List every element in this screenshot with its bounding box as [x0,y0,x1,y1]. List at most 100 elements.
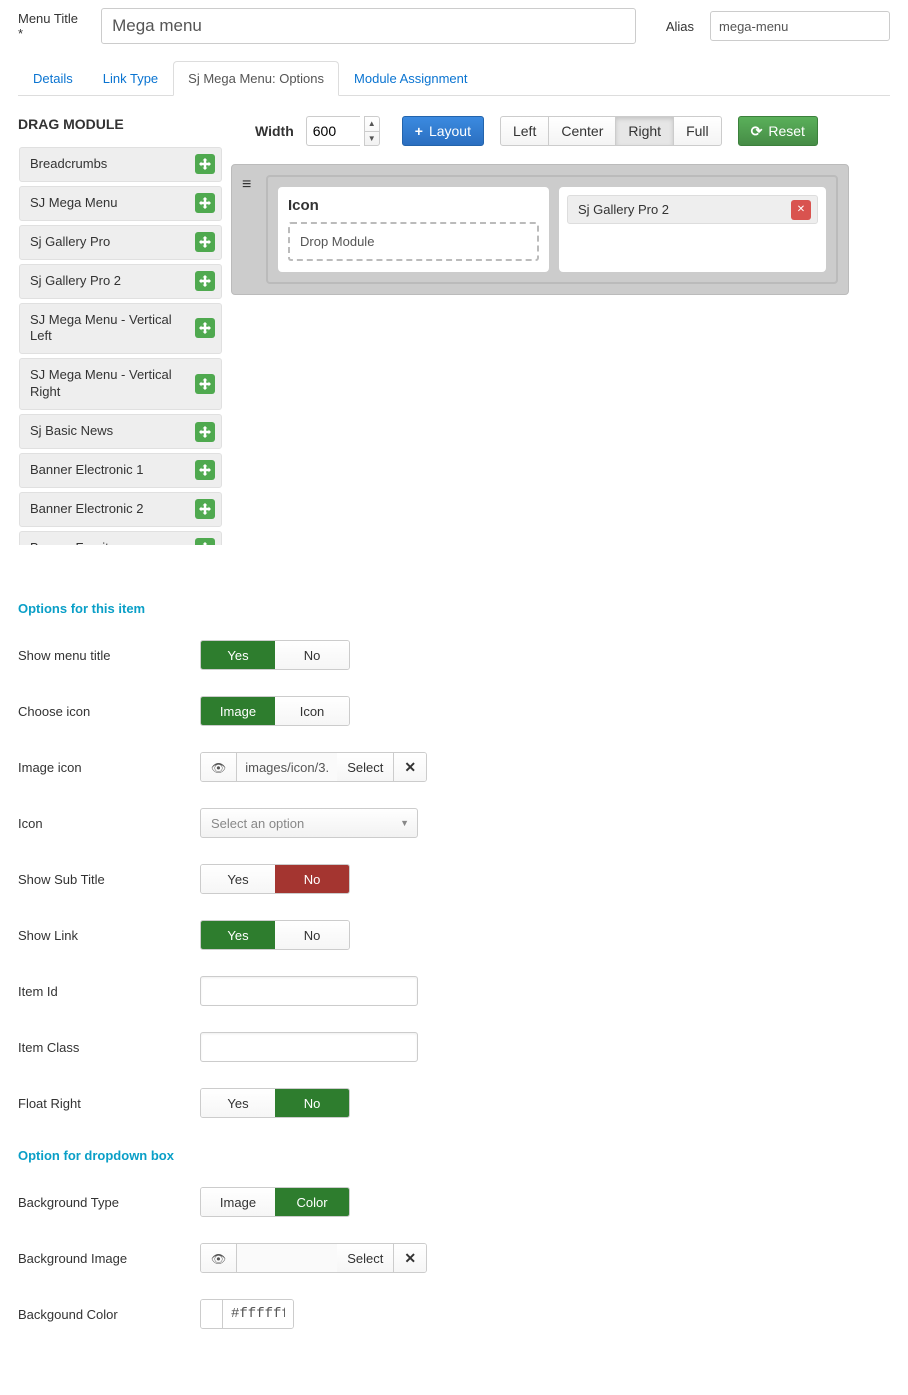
align-group: Left Center Right Full [500,116,722,146]
module-item[interactable]: Banner Electronic 2 [19,492,222,527]
bg-color-picker[interactable] [200,1299,294,1329]
module-item-label: SJ Mega Menu [30,195,117,210]
toggle-yes[interactable]: Yes [201,641,275,669]
preview-button[interactable] [201,753,237,781]
close-icon [404,759,416,776]
module-item[interactable]: Banner Electronic 1 [19,453,222,488]
align-left-button[interactable]: Left [500,116,549,146]
alias-label: Alias [666,19,694,34]
color-swatch[interactable] [201,1300,223,1328]
move-icon[interactable] [195,154,215,174]
width-input[interactable] [306,116,360,146]
tab-megamenu-options[interactable]: Sj Mega Menu: Options [173,61,339,96]
spin-up-icon[interactable]: ▲ [365,117,379,132]
row-handle-icon[interactable]: ≡ [242,175,256,193]
item-class-input[interactable] [200,1032,418,1062]
toggle-image[interactable]: Image [201,697,275,725]
show-link-label: Show Link [18,928,200,943]
clear-button[interactable] [394,1244,426,1272]
toggle-no[interactable]: No [275,865,349,893]
menu-title-label: Menu Title * [18,11,85,41]
toggle-yes[interactable]: Yes [201,865,275,893]
float-right-toggle[interactable]: Yes No [200,1088,350,1118]
select-button[interactable]: Select [337,753,394,781]
show-link-toggle[interactable]: Yes No [200,920,350,950]
align-right-button[interactable]: Right [615,116,674,146]
plus-icon [415,123,423,139]
toggle-yes[interactable]: Yes [201,921,275,949]
module-item[interactable]: SJ Mega Menu - Vertical Right [19,358,222,410]
dropped-module[interactable]: Sj Gallery Pro 2 ✕ [567,195,818,224]
width-label: Width [255,123,294,139]
item-class-label: Item Class [18,1040,200,1055]
menu-title-input[interactable] [101,8,636,44]
module-item[interactable]: SJ Mega Menu [19,186,222,221]
move-icon[interactable] [195,193,215,213]
dropped-module-label: Sj Gallery Pro 2 [578,202,669,217]
tab-link-type[interactable]: Link Type [88,61,173,96]
show-sub-title-label: Show Sub Title [18,872,200,887]
module-item[interactable]: Breadcrumbs [19,147,222,182]
toggle-no[interactable]: No [275,641,349,669]
reset-button[interactable]: Reset [738,116,818,146]
float-right-label: Float Right [18,1096,200,1111]
spin-down-icon[interactable]: ▼ [365,132,379,146]
toggle-icon[interactable]: Icon [275,697,349,725]
module-item-label: Breadcrumbs [30,156,107,171]
show-menu-title-label: Show menu title [18,648,200,663]
move-icon[interactable] [195,318,215,338]
move-icon[interactable] [195,232,215,252]
move-icon[interactable] [195,271,215,291]
alias-input[interactable] [710,11,890,41]
module-item[interactable]: Sj Gallery Pro 2 [19,264,222,299]
clear-button[interactable] [394,753,426,781]
remove-module-button[interactable]: ✕ [791,200,811,220]
module-item[interactable]: Sj Basic News [19,414,222,449]
tab-details[interactable]: Details [18,61,88,96]
choose-icon-toggle[interactable]: Image Icon [200,696,350,726]
align-center-button[interactable]: Center [548,116,616,146]
module-list[interactable]: Breadcrumbs SJ Mega Menu Sj Gallery Pro … [18,146,223,546]
align-full-button[interactable]: Full [673,116,722,146]
bg-image-label: Background Image [18,1251,200,1266]
move-icon[interactable] [195,422,215,442]
module-item[interactable]: SJ Mega Menu - Vertical Left [19,303,222,355]
show-menu-title-toggle[interactable]: Yes No [200,640,350,670]
module-item-label: Sj Basic News [30,423,113,438]
move-icon[interactable] [195,538,215,546]
drop-area[interactable]: Drop Module [288,222,539,261]
module-item[interactable]: Banner Furniture [19,531,222,546]
tab-bar: Details Link Type Sj Mega Menu: Options … [18,60,890,96]
column-title: Icon [288,197,539,214]
color-input[interactable] [223,1300,293,1328]
move-icon[interactable] [195,460,215,480]
toggle-no[interactable]: No [275,1089,349,1117]
image-icon-picker: Select [200,752,427,782]
module-item-label: Sj Gallery Pro 2 [30,273,121,288]
icon-select[interactable]: Select an option [200,808,418,838]
select-button[interactable]: Select [337,1244,394,1272]
drag-module-heading: DRAG MODULE [18,116,223,132]
bg-type-toggle[interactable]: Image Color [200,1187,350,1217]
toggle-no[interactable]: No [275,921,349,949]
choose-icon-label: Choose icon [18,704,200,719]
preview-button[interactable] [201,1244,237,1272]
move-icon[interactable] [195,374,215,394]
close-icon: ✕ [797,204,805,215]
tab-module-assignment[interactable]: Module Assignment [339,61,482,96]
toggle-image[interactable]: Image [201,1188,275,1216]
module-item[interactable]: Sj Gallery Pro [19,225,222,260]
item-id-input[interactable] [200,976,418,1006]
image-path-input[interactable] [237,753,337,781]
width-spinner[interactable]: ▲▼ [364,116,380,146]
show-sub-title-toggle[interactable]: Yes No [200,864,350,894]
reset-icon [751,123,763,140]
image-icon-label: Image icon [18,760,200,775]
bg-color-label: Backgound Color [18,1307,200,1322]
toggle-yes[interactable]: Yes [201,1089,275,1117]
toggle-color[interactable]: Color [275,1188,349,1216]
layout-button[interactable]: Layout [402,116,484,146]
move-icon[interactable] [195,499,215,519]
module-item-label: SJ Mega Menu - Vertical Right [30,367,172,399]
bg-image-path-input[interactable] [237,1244,337,1272]
